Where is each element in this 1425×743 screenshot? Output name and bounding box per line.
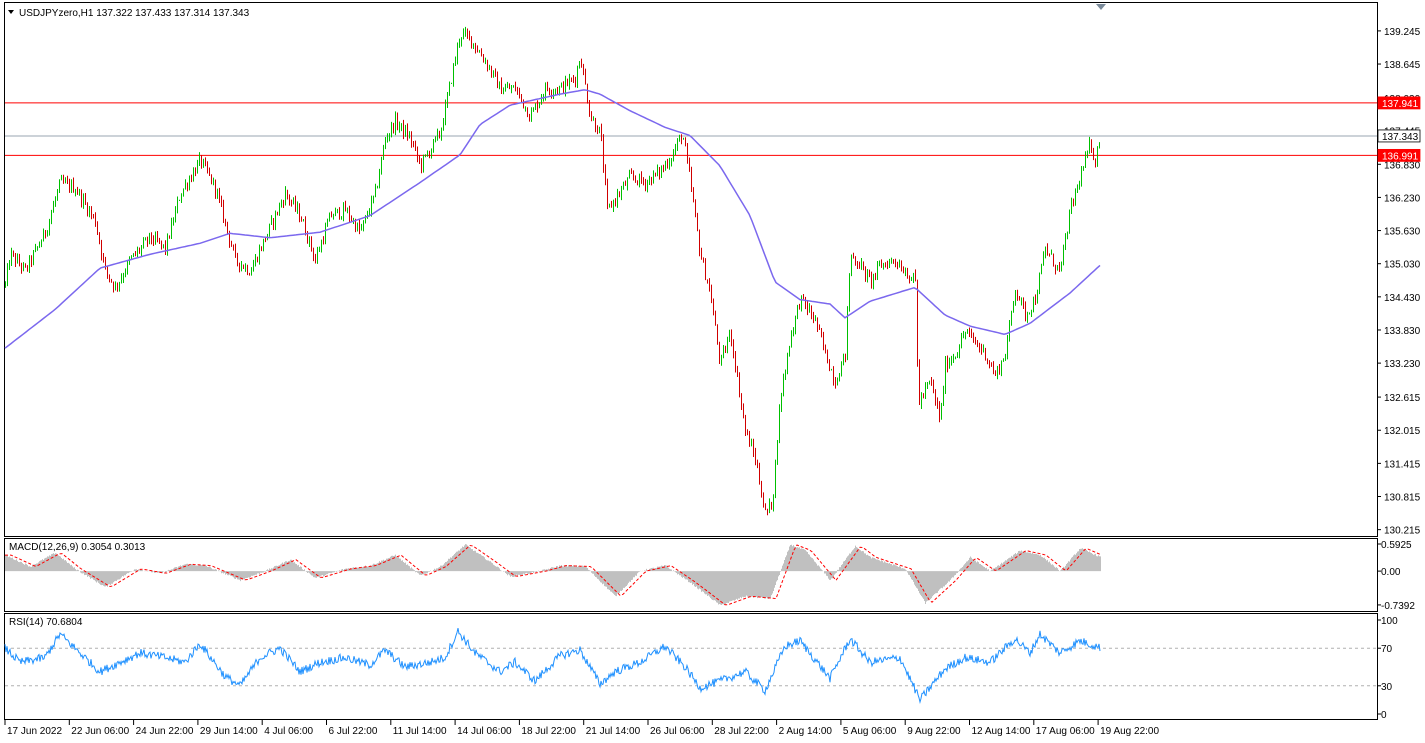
time-axis: 17 Jun 2022 22 Jun 06:00 24 Jun 22:00 29 Ju… [4,720,1159,737]
rsi-label: RSI(14) 70.6804 [9,617,83,628]
price-panel-frame [4,2,1378,537]
time-tick-label: 26 Jul 06:00 [650,726,705,737]
price-tick-label: 133.830 [1384,326,1421,337]
rsi-tick-label: 100 [1381,616,1398,627]
price-tick-label: 131.415 [1384,459,1421,470]
macd-tick-label: -0.7392 [1381,601,1415,612]
macd-tick-label: 0.5925 [1381,540,1412,551]
time-tick-label: 17 Aug 06:00 [1036,726,1095,737]
price-tick-label: 134.430 [1384,293,1421,304]
level-label-text: 137.343 [1382,132,1419,143]
level-label-text: 137.941 [1382,99,1419,110]
price-tick-label: 132.615 [1384,393,1421,404]
price-axis: 139.245138.645138.030137.445136.830136.2… [1377,27,1421,537]
price-tick-label: 135.030 [1384,260,1421,271]
price-tick-label: 136.230 [1384,193,1421,204]
rsi-tick-label: 30 [1381,682,1393,693]
time-tick-label: 18 Jul 22:00 [521,726,576,737]
price-tick-label: 130.215 [1384,526,1421,537]
symbol-info: USDJPYzero,H1 137.322 137.433 137.314 13… [19,8,250,19]
time-tick-label: 14 Jul 06:00 [457,726,512,737]
macd-label: MACD(12,26,9) 0.3054 0.3013 [9,542,146,553]
time-tick-label: 19 Aug 22:00 [1100,726,1159,737]
rsi-panel-frame [4,613,1378,720]
price-tick-label: 135.630 [1384,227,1421,238]
time-tick-label: 11 Jul 14:00 [393,726,447,737]
time-tick-label: 22 Jun 06:00 [71,726,129,737]
time-tick-label: 5 Aug 06:00 [843,726,897,737]
time-tick-label: 6 Jul 22:00 [329,726,378,737]
time-tick-label: 17 Jun 2022 [7,726,62,737]
time-tick-label: 21 Jul 14:00 [586,726,641,737]
macd-tick-label: 0.00 [1381,567,1401,578]
level-label-text: 136.991 [1382,151,1419,162]
rsi-tick-label: 0 [1381,710,1387,721]
time-tick-label: 12 Aug 14:00 [972,726,1031,737]
time-tick-label: 4 Jul 06:00 [264,726,313,737]
price-tick-label: 132.015 [1384,426,1421,437]
time-tick-label: 29 Jun 14:00 [200,726,258,737]
price-tick-label: 133.230 [1384,359,1421,370]
time-tick-label: 28 Jul 22:00 [714,726,769,737]
trading-chart[interactable]: 0.5925 0.00 -0.7392 100 70 30 0 139.245 138.64… [0,0,1425,743]
price-tick-label: 130.815 [1384,493,1421,504]
rsi-tick-label: 70 [1381,644,1393,655]
time-tick-label: 24 Jun 22:00 [136,726,194,737]
time-tick-label: 2 Aug 14:00 [779,726,833,737]
price-tick-label: 138.645 [1384,60,1421,71]
price-tick-label: 139.245 [1384,27,1421,38]
time-tick-label: 9 Aug 22:00 [907,726,961,737]
